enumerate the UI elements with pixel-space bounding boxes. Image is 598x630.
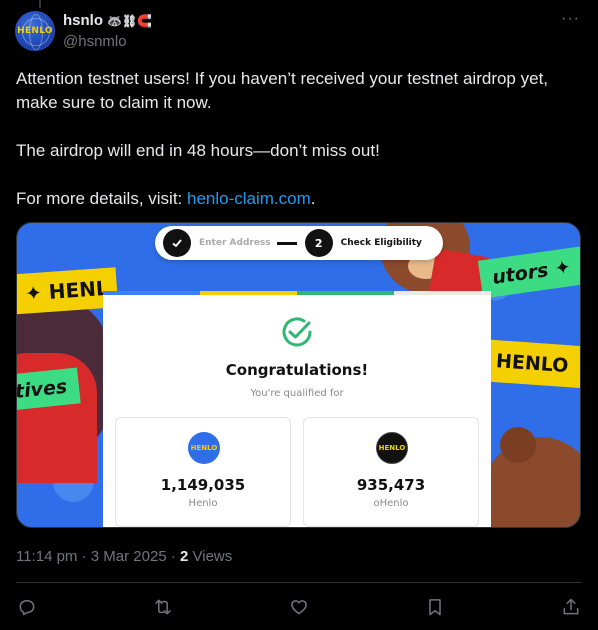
banner-incentives: tives	[17, 367, 81, 411]
tweet-paragraph-1: Attention testnet users! If you haven’t …	[16, 69, 549, 112]
claim-stepper: Enter Address 2 Check Eligibility	[155, 226, 443, 260]
tweet-media-image[interactable]: ✦ HENL utors ✦ HENLO tives Enter Address…	[16, 222, 581, 528]
share-icon[interactable]	[560, 596, 582, 618]
meta-separator: ·	[166, 548, 181, 565]
ohenlo-logo-icon: HENLO	[376, 432, 408, 464]
name-emojis: 🦝⛓🧲	[107, 13, 153, 28]
eligibility-card: Congratulations! You're qualified for HE…	[103, 291, 491, 527]
henlo-logo-icon: HENLO	[188, 432, 220, 464]
token-name: Henlo	[188, 498, 218, 509]
action-bar	[16, 594, 582, 620]
tweet-time[interactable]: 11:14 pm	[16, 548, 77, 565]
step1-check-icon	[163, 229, 191, 257]
token-name: oHenlo	[373, 498, 409, 509]
like-icon[interactable]	[288, 596, 310, 618]
avatar[interactable]: HENLO	[15, 11, 55, 51]
card-color-bar	[103, 291, 491, 295]
token-henlo-box: HENLO 1,149,035 Henlo	[115, 417, 291, 527]
tweet-text: Attention testnet users! If you haven’t …	[16, 67, 582, 211]
step2-label: Check Eligibility	[340, 238, 422, 248]
tweet-meta: 11:14 pm · 3 Mar 2025 · 2 Views	[16, 548, 232, 565]
step2-number: 2	[304, 229, 333, 257]
avatar-logo-text: HENLO	[17, 26, 53, 36]
banner-henlo-right: HENLO	[484, 339, 580, 389]
repost-icon[interactable]	[152, 596, 174, 618]
tweet-link-suffix: .	[310, 189, 316, 208]
author-name-row[interactable]: hsnlo 🦝⛓🧲	[63, 12, 152, 29]
views-label: Views	[188, 548, 233, 565]
tweet-date[interactable]: 3 Mar 2025	[91, 548, 167, 565]
display-name[interactable]: hsnlo	[63, 12, 103, 29]
step-connector	[276, 241, 297, 245]
thread-line	[39, 0, 41, 8]
qualified-subtitle: You're qualified for	[250, 388, 344, 399]
meta-separator: ·	[77, 548, 91, 565]
congrats-title: Congratulations!	[225, 361, 369, 379]
divider	[16, 582, 582, 583]
token-ohenlo-box: HENLO 935,473 oHenlo	[303, 417, 479, 527]
reply-icon[interactable]	[16, 596, 38, 618]
success-check-icon	[282, 317, 312, 347]
bookmark-icon[interactable]	[424, 596, 446, 618]
tweet-link-prefix: For more details, visit:	[16, 189, 187, 208]
token-amount: 935,473	[356, 476, 426, 494]
token-amount: 1,149,035	[160, 476, 246, 494]
tweet-paragraph-3: For more details, visit: henlo-claim.com…	[16, 187, 582, 211]
tweet-paragraph-2: The airdrop will end in 48 hours—don’t m…	[16, 141, 380, 160]
step1-label: Enter Address	[199, 238, 271, 248]
claim-link[interactable]: henlo-claim.com	[187, 189, 311, 208]
handle[interactable]: @hsnmlo	[63, 33, 127, 50]
more-options-icon[interactable]: ···	[561, 10, 580, 28]
